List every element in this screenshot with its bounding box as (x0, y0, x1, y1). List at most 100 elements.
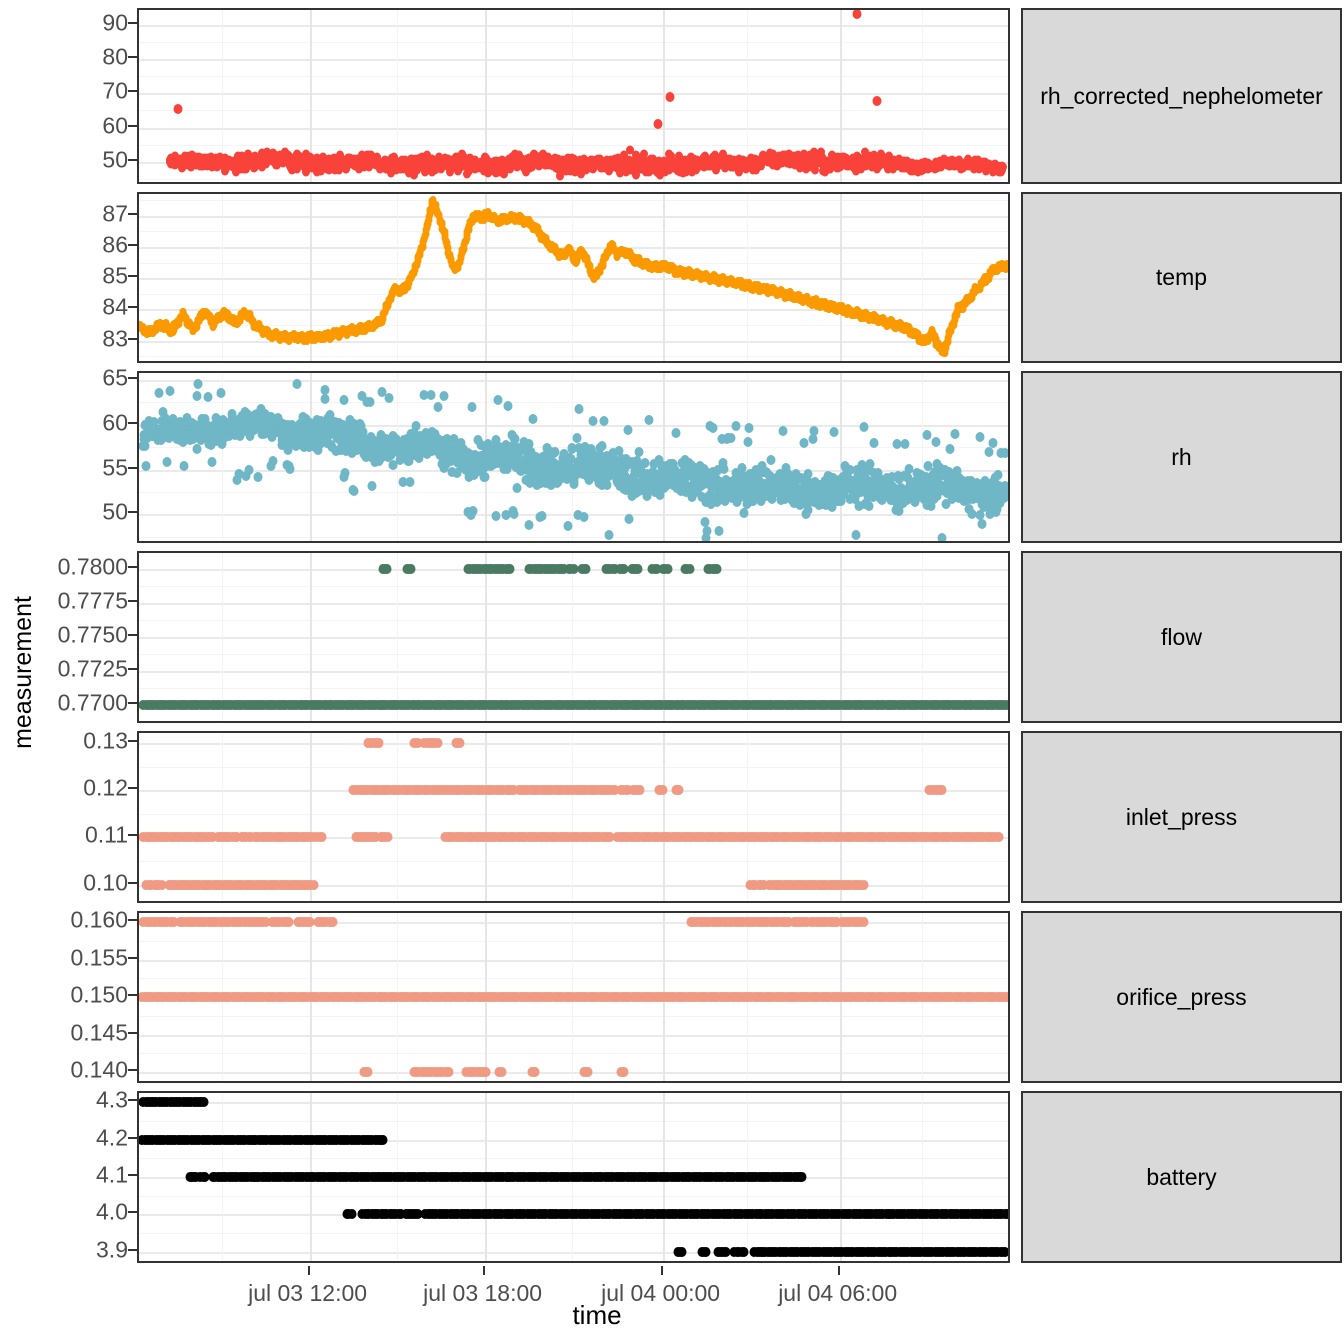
gridline-v-minor (922, 10, 923, 182)
data-point (503, 401, 512, 411)
data-point (598, 441, 607, 451)
data-point (192, 391, 201, 401)
gridline-v-minor (222, 194, 223, 361)
y-tick-label: 85 (8, 263, 128, 290)
y-tick-mark (128, 125, 137, 127)
data-point (494, 395, 503, 405)
data-point (645, 415, 654, 425)
data-point (1008, 266, 1010, 274)
data-point (165, 386, 174, 396)
y-tick-label: 84 (8, 294, 128, 321)
gridline-v-minor (572, 194, 573, 361)
data-point (634, 447, 643, 457)
gridline-minor (139, 356, 1008, 357)
facet-chart: measurement rh_corrected_nephelometer 50 6… (0, 0, 1344, 1344)
data-point (179, 461, 188, 471)
gridline-major (139, 309, 1008, 311)
data-point (512, 483, 521, 493)
gridline-v-minor (397, 194, 398, 361)
facet-strip-label-rh_corrected_nephelometer: rh_corrected_nephelometer (1021, 8, 1342, 184)
gridline-v-major (663, 194, 665, 361)
data-point (350, 486, 359, 496)
gridline-major (139, 216, 1008, 218)
gridline-major (139, 278, 1008, 280)
data-point (1008, 265, 1010, 273)
gridline-v-major (663, 373, 665, 541)
y-tick-mark (128, 213, 137, 215)
data-point (142, 461, 151, 471)
data-point (745, 423, 754, 433)
gridline-minor (139, 110, 1008, 111)
facet-temp: temp 83 84 85 86 87 (0, 192, 1344, 363)
y-tick-label: 50 (8, 146, 128, 173)
data-point (744, 437, 753, 447)
gridline-minor (139, 179, 1008, 180)
y-tick-label: 83 (8, 325, 128, 352)
data-point (253, 472, 262, 482)
facet-strip-text: rh_corrected_nephelometer (1040, 83, 1323, 110)
gridline-minor (139, 294, 1008, 295)
y-tick-mark (128, 22, 137, 24)
data-point (286, 464, 295, 474)
y-tick-mark (128, 338, 137, 340)
data-point (216, 388, 225, 398)
gridline-minor (139, 42, 1008, 43)
data-point (174, 104, 183, 114)
gridline-minor (139, 402, 1008, 403)
data-point (720, 464, 729, 474)
data-point (193, 379, 202, 389)
gridline-v-major (840, 373, 842, 541)
y-tick-label: 60 (8, 112, 128, 139)
data-point (766, 455, 775, 465)
data-point (671, 428, 680, 438)
data-point (426, 390, 435, 400)
gridline-v-minor (747, 373, 748, 541)
data-point (726, 433, 735, 443)
data-point (799, 438, 808, 448)
y-tick-mark (128, 306, 137, 308)
data-point (575, 404, 584, 414)
data-point (872, 96, 881, 106)
data-point (580, 512, 589, 522)
data-point (406, 477, 415, 487)
y-tick-mark (128, 159, 137, 161)
gridline-minor (139, 145, 1008, 146)
data-point (340, 395, 349, 405)
data-point (367, 481, 376, 491)
data-point (433, 402, 442, 412)
gridline-minor (139, 76, 1008, 77)
gridline-minor (139, 200, 1008, 201)
data-point (154, 388, 163, 398)
y-tick-label: 70 (8, 78, 128, 105)
data-point (999, 162, 1007, 171)
data-point (384, 393, 393, 403)
data-point (624, 514, 633, 524)
data-point (653, 119, 662, 129)
gridline-minor (139, 231, 1008, 232)
data-point (703, 526, 712, 536)
gridline-major (139, 380, 1008, 382)
gridline-v-major (310, 373, 312, 541)
data-point (245, 465, 254, 475)
data-point (623, 425, 632, 435)
y-tick-label: 87 (8, 200, 128, 227)
data-point (779, 426, 788, 436)
data-point (599, 416, 608, 426)
data-point (524, 520, 533, 530)
data-point (572, 433, 581, 443)
data-point (570, 479, 579, 489)
plot-area-rh_corrected_nephelometer (137, 8, 1010, 184)
data-point (529, 414, 538, 424)
gridline-v-minor (922, 373, 923, 541)
y-tick-mark (128, 90, 137, 92)
plot-area-temp (137, 192, 1010, 363)
data-point (492, 511, 501, 521)
data-point (439, 391, 448, 401)
data-point (665, 92, 674, 102)
data-point (715, 526, 724, 536)
data-point (411, 421, 420, 431)
data-point (207, 457, 216, 467)
gridline-major (139, 25, 1008, 27)
data-point (602, 480, 611, 490)
facet-rh_corrected_nephelometer: rh_corrected_nephelometer 50 60 70 80 90 (0, 8, 1344, 184)
